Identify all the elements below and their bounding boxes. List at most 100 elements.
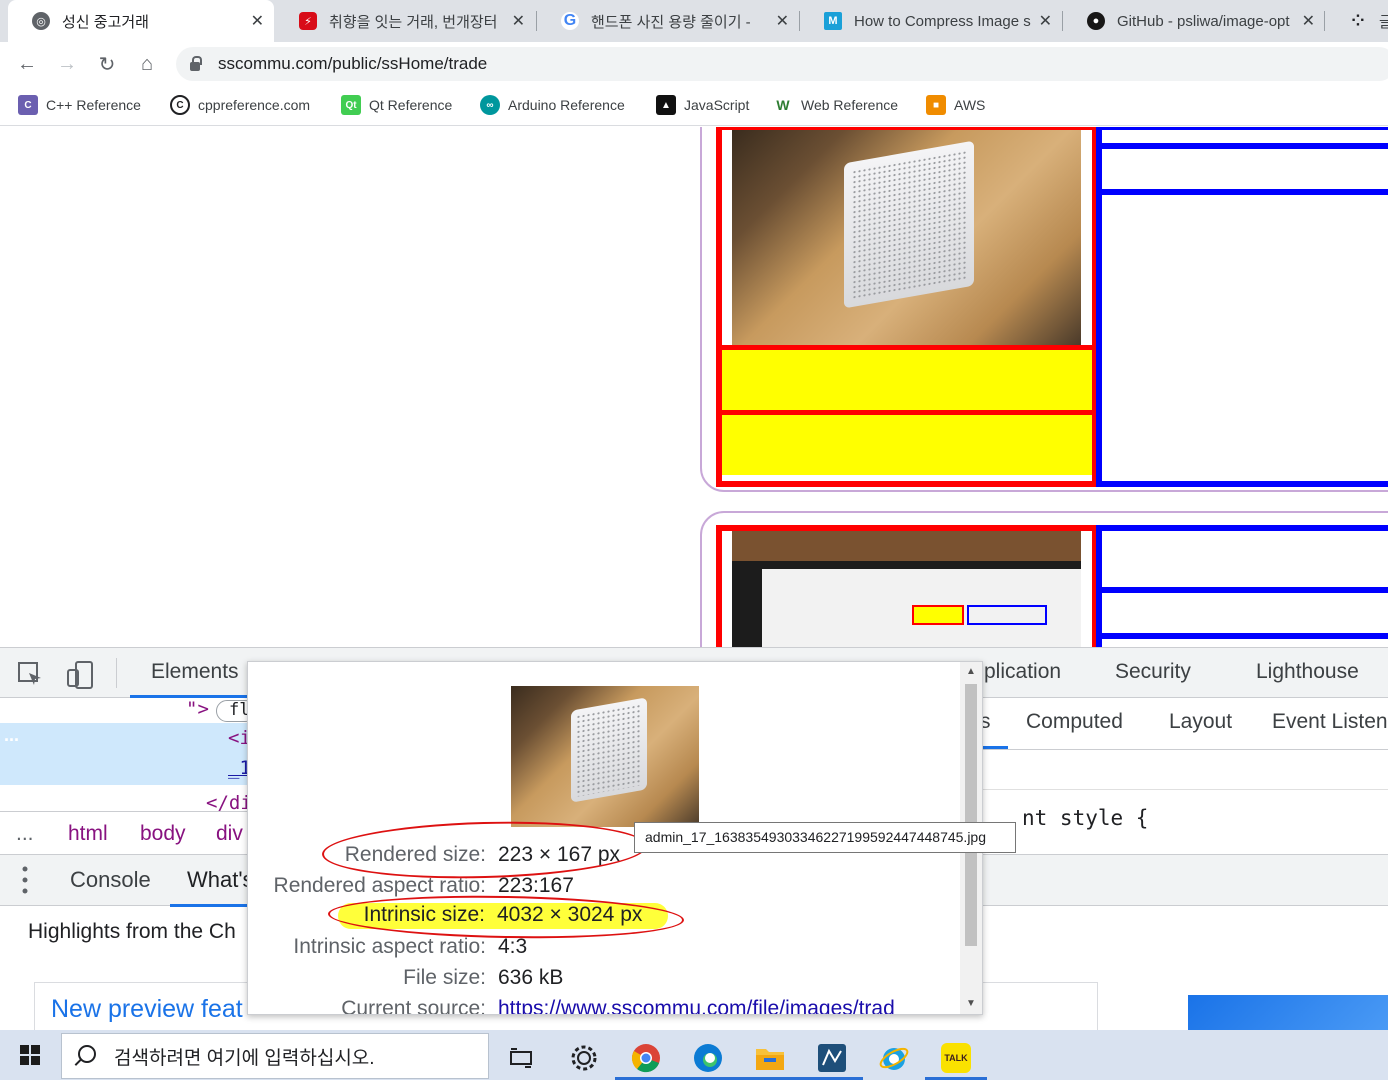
styles-filter-bar[interactable]: [980, 750, 1388, 790]
styles-tab-bar: s Computed Layout Event Listen: [980, 698, 1388, 750]
dom-line[interactable]: ">: [186, 698, 209, 720]
tab-partial[interactable]: ⁘ 글소: [1325, 0, 1388, 42]
device-grille: [852, 149, 966, 300]
intrinsic-aspect-value: 4:3: [498, 935, 528, 958]
scroll-up-arrow-icon[interactable]: ▲: [966, 666, 976, 677]
bookmark-label: AWS: [954, 97, 986, 113]
kakaotalk-icon[interactable]: TALK: [925, 1036, 987, 1080]
tab-elements[interactable]: Elements: [151, 660, 239, 684]
reload-icon[interactable]: ↻: [93, 50, 121, 78]
tab-event-listeners[interactable]: Event Listen: [1272, 710, 1388, 734]
selected-dom-row[interactable]: ... <i _1: [0, 723, 251, 785]
address-bar[interactable]: sscommu.com/public/ssHome/trade: [176, 47, 1388, 81]
tab-title: 글소: [1379, 13, 1388, 31]
m-icon: M: [824, 12, 842, 30]
monitor-image: [732, 561, 1081, 647]
toolbar-divider: [116, 658, 117, 688]
intrinsic-aspect-label: Intrinsic aspect ratio:: [293, 935, 486, 958]
windows-start-icon[interactable]: [20, 1045, 40, 1065]
browser-toolbar: ← → ↻ ⌂ sscommu.com/public/ssHome/trade: [0, 42, 1388, 86]
taskbar-search-box[interactable]: 검색하려면 여기에 입력하십시오.: [61, 1033, 489, 1079]
blue-divider: [1102, 633, 1388, 639]
blue-divider: [1102, 189, 1388, 195]
trade-card[interactable]: [700, 511, 1388, 647]
bookmarks-bar: C C++ Reference C cppreference.com Qt Qt…: [0, 86, 1388, 126]
close-icon[interactable]: ✕: [776, 11, 789, 31]
breadcrumb-more[interactable]: ...: [16, 822, 34, 846]
tab-bunjang[interactable]: ⚡ 취향을 잇는 거래, 번개장터 ✕: [275, 0, 535, 42]
bookmark-aws[interactable]: ■ AWS: [926, 95, 985, 115]
breadcrumb-body[interactable]: body: [140, 822, 186, 846]
settings-gear-icon[interactable]: [553, 1036, 615, 1080]
item-detail-frame-blue: [1096, 127, 1388, 487]
current-source-label: Current source:: [341, 997, 486, 1015]
close-icon[interactable]: ✕: [512, 11, 525, 31]
bookmark-cpp-reference[interactable]: C C++ Reference: [18, 95, 141, 115]
home-icon[interactable]: ⌂: [133, 50, 161, 78]
internet-explorer-icon[interactable]: [863, 1036, 925, 1080]
element-style-rule: nt style {: [1022, 806, 1149, 830]
edge-icon[interactable]: [677, 1036, 739, 1080]
tab-title: 성신 중고거래: [62, 13, 149, 31]
trade-card[interactable]: [700, 127, 1388, 492]
tab-sungshin-trade[interactable]: ◎ 성신 중고거래 ✕: [8, 0, 274, 42]
cppref-icon: C: [170, 95, 190, 115]
file-explorer-icon[interactable]: [739, 1036, 801, 1080]
bookmark-qt-reference[interactable]: Qt Qt Reference: [341, 95, 452, 115]
aws-icon: ■: [926, 95, 946, 115]
item-photo[interactable]: [732, 130, 1081, 345]
qt-icon: Qt: [341, 95, 361, 115]
tab-console[interactable]: Console: [70, 867, 151, 893]
bookmark-javascript[interactable]: ▲ JavaScript: [656, 95, 749, 115]
tab-whats-new[interactable]: What's: [187, 867, 254, 893]
tab-application[interactable]: plication: [984, 660, 1061, 684]
filename-tooltip: admin_17_1638354930334622719959244744874…: [634, 822, 1016, 853]
dots-icon: ⁘: [1351, 13, 1365, 30]
scroll-down-arrow-icon[interactable]: ▼: [966, 998, 976, 1009]
bookmark-label: Qt Reference: [369, 97, 453, 113]
search-icon: [78, 1045, 96, 1063]
breadcrumb-div[interactable]: div: [216, 822, 243, 846]
inspect-element-icon[interactable]: [16, 660, 44, 688]
tab-computed[interactable]: Computed: [1026, 710, 1123, 734]
file-size-label: File size:: [403, 966, 486, 989]
tab-github[interactable]: ● GitHub - psliwa/image-opt ✕: [1063, 0, 1325, 42]
preview-thumbnail: [511, 686, 699, 827]
tab-lighthouse[interactable]: Lighthouse: [1256, 660, 1359, 684]
device-toolbar-icon[interactable]: [66, 660, 94, 689]
task-view-icon[interactable]: [490, 1036, 552, 1080]
monitor-screen: [762, 569, 1081, 647]
mysql-workbench-icon[interactable]: [801, 1036, 863, 1080]
back-arrow-icon[interactable]: ←: [13, 50, 41, 78]
row-ellipsis[interactable]: ...: [4, 725, 19, 746]
active-tab-indicator: [170, 904, 248, 907]
arduino-icon: ∞: [480, 95, 500, 115]
close-icon[interactable]: ✕: [251, 11, 264, 31]
tab-security[interactable]: Security: [1115, 660, 1191, 684]
current-source-link[interactable]: https://www.sscommu.com/file/images/trad: [498, 997, 895, 1014]
kebab-menu-icon[interactable]: [22, 865, 28, 895]
bookmark-arduino-reference[interactable]: ∞ Arduino Reference: [480, 95, 625, 115]
item-photo[interactable]: [732, 531, 1081, 647]
tab-title: 취향을 잇는 거래, 번개장터: [329, 13, 498, 31]
bookmark-cppreference[interactable]: C cppreference.com: [170, 95, 310, 115]
tab-layout[interactable]: Layout: [1169, 710, 1232, 734]
close-icon[interactable]: ✕: [1302, 11, 1315, 31]
chrome-icon[interactable]: [615, 1036, 677, 1080]
tab-compress-image[interactable]: M How to Compress Image s ✕: [800, 0, 1062, 42]
tab-google-search[interactable]: G 핸드폰 사진 용량 줄이기 - ✕: [537, 0, 799, 42]
breadcrumb-html[interactable]: html: [68, 822, 108, 846]
w3-icon: W: [773, 95, 793, 115]
item-info-box: [722, 410, 1092, 475]
device-image: [571, 697, 647, 803]
close-icon[interactable]: ✕: [1039, 11, 1052, 31]
bookmark-web-reference[interactable]: W Web Reference: [773, 95, 898, 115]
active-tab-indicator: [980, 746, 1008, 749]
lock-icon[interactable]: [190, 55, 202, 71]
search-placeholder: 검색하려면 여기에 입력하십시오.: [114, 1047, 375, 1069]
device-grille: [576, 703, 642, 797]
whats-new-link[interactable]: New preview feat: [51, 995, 243, 1024]
windows-taskbar: 검색하려면 여기에 입력하십시오. TALK: [0, 1030, 1388, 1080]
forward-arrow-icon[interactable]: →: [53, 50, 81, 78]
scrollbar-thumb[interactable]: [965, 684, 977, 946]
